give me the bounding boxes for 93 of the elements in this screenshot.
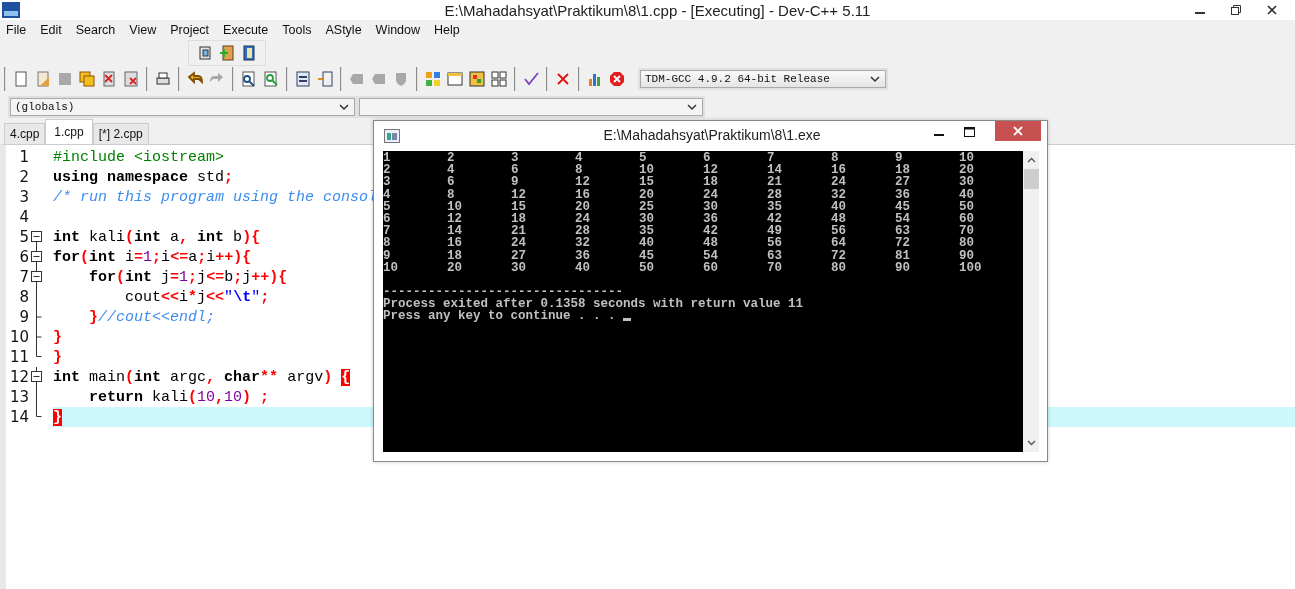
code-line: for(int i=1;i<=a;i++){ [53, 248, 252, 266]
stop-icon[interactable] [609, 71, 625, 87]
search-icon[interactable] [241, 71, 257, 87]
line-number: 6 [18, 248, 29, 266]
close-file-icon[interactable] [101, 71, 117, 87]
console-line: 9 18 27 36 45 54 63 72 81 90 [383, 249, 974, 262]
code-line: } [53, 348, 62, 366]
line-number: 4 [18, 208, 29, 226]
scope-dropdown[interactable]: (globals) [10, 98, 355, 116]
fold-toggle-icon[interactable] [31, 367, 42, 387]
line-number: 9 [18, 308, 29, 326]
window-icon[interactable] [447, 71, 463, 87]
fold-toggle-icon[interactable] [31, 267, 42, 287]
scroll-up-icon[interactable] [1026, 157, 1036, 163]
console-line: 1 2 3 4 5 6 7 8 9 10 [383, 152, 975, 165]
line-number: 5 [18, 228, 29, 246]
compiler-dropdown[interactable]: TDM-GCC 4.9.2 64-bit Release [640, 70, 886, 88]
close-button[interactable] [995, 121, 1041, 141]
code-line: #include <iostream> [53, 148, 225, 166]
check-icon[interactable] [523, 71, 539, 87]
scrollbar[interactable] [1023, 151, 1039, 452]
grid-icon[interactable] [491, 71, 507, 87]
chart-icon[interactable] [587, 71, 603, 87]
text-cursor [623, 318, 632, 322]
restore-icon[interactable] [1231, 5, 1241, 15]
code-line: } [53, 328, 62, 346]
console-line: Process exited after 0.1358 seconds with return value 11 [383, 298, 805, 311]
new-file-icon[interactable] [13, 71, 29, 87]
caret-icon[interactable] [870, 76, 880, 83]
undo-icon[interactable] [187, 71, 203, 87]
console-line: 5 10 15 20 25 30 35 40 45 50 [383, 200, 975, 213]
console-line: Press any key to continue . . . [383, 310, 617, 323]
console-line: 10 20 30 40 50 60 70 80 90 100 [383, 261, 983, 274]
line-number: 10 [8, 328, 29, 346]
menu-item[interactable]: Edit [40, 23, 62, 37]
code-line: for(int j=1;j<=b;j++){ [88, 268, 288, 286]
console-line: 8 16 24 32 40 48 56 64 72 80 [383, 237, 975, 250]
file-tab[interactable]: 4.cpp [4, 123, 46, 144]
line-number: 3 [18, 188, 29, 206]
scroll-thumb[interactable] [1023, 169, 1039, 189]
window-title: E:\Mahadahsyat\Praktikum\8\1.exe [602, 126, 822, 143]
console-line: 4 8 12 16 20 24 28 32 36 40 [383, 188, 975, 201]
fold-toggle-icon[interactable] [31, 247, 42, 267]
line-number: 11 [8, 348, 29, 366]
menu-item[interactable]: View [129, 23, 157, 37]
replace-icon[interactable] [263, 71, 279, 87]
line-number: 7 [18, 268, 29, 286]
code-line: cout<<i*j<<"\t"; [124, 288, 270, 306]
line-number: 8 [18, 288, 29, 306]
grid-icon[interactable] [469, 71, 485, 87]
menu-item[interactable]: Project [170, 23, 210, 37]
line-number: 13 [8, 388, 29, 406]
maximize-icon[interactable] [964, 127, 975, 137]
close-icon [1013, 126, 1023, 136]
line-number: 14 [8, 408, 29, 426]
menu-item[interactable]: Window [375, 23, 421, 37]
close-icon[interactable] [1267, 5, 1277, 15]
console-icon [384, 129, 400, 143]
caret-icon[interactable] [339, 104, 349, 111]
console-line: 3 6 9 12 15 18 21 24 27 30 [383, 176, 975, 189]
scroll-down-icon[interactable] [1026, 440, 1036, 446]
book-icon[interactable] [241, 45, 257, 61]
close-all-icon[interactable] [123, 71, 139, 87]
app-icon [2, 2, 20, 18]
menu-item[interactable]: Help [434, 23, 460, 37]
caret-icon[interactable] [687, 104, 697, 111]
console-line: 7 14 21 28 35 42 49 56 63 70 [383, 225, 975, 238]
save-all-icon[interactable] [79, 71, 95, 87]
menu-item[interactable]: File [6, 23, 27, 37]
unindent-icon[interactable] [317, 71, 333, 87]
code-line: using namespace std; [53, 168, 234, 186]
menu-item[interactable]: AStyle [325, 23, 362, 37]
window-title: E:\Mahadahsyat\Praktikum\8\1.cpp - [Executing] - Dev-C++ 5.11 [443, 1, 872, 19]
menu-item[interactable]: Execute [223, 23, 269, 37]
window-icon[interactable] [197, 45, 213, 61]
code-line: return kali(10,10) ; [88, 388, 270, 406]
print-icon[interactable] [155, 71, 171, 87]
menu-item[interactable]: Search [75, 23, 116, 37]
file-tab[interactable]: [*] 2.cpp [92, 123, 149, 144]
console-line: 6 12 18 24 30 36 42 48 54 60 [383, 212, 975, 226]
menu-item[interactable]: Tools [282, 23, 312, 37]
add-file-icon[interactable] [219, 45, 235, 61]
line-number: 1 [18, 148, 29, 166]
code-line: }//cout<<endl; [88, 308, 216, 326]
grid-icon[interactable] [425, 71, 441, 87]
console-line: -------------------------------- [383, 286, 624, 299]
indent-icon[interactable] [295, 71, 311, 87]
code-line: int kali(int a, int b){ [53, 228, 261, 246]
file-tab[interactable]: 1.cpp [45, 119, 93, 144]
code-line: int main(int argc, char** argv) { [53, 368, 351, 386]
line-number: 2 [18, 168, 29, 186]
console-line: 2 4 6 8 10 12 14 16 18 20 [383, 164, 975, 177]
line-number: 12 [8, 368, 29, 386]
